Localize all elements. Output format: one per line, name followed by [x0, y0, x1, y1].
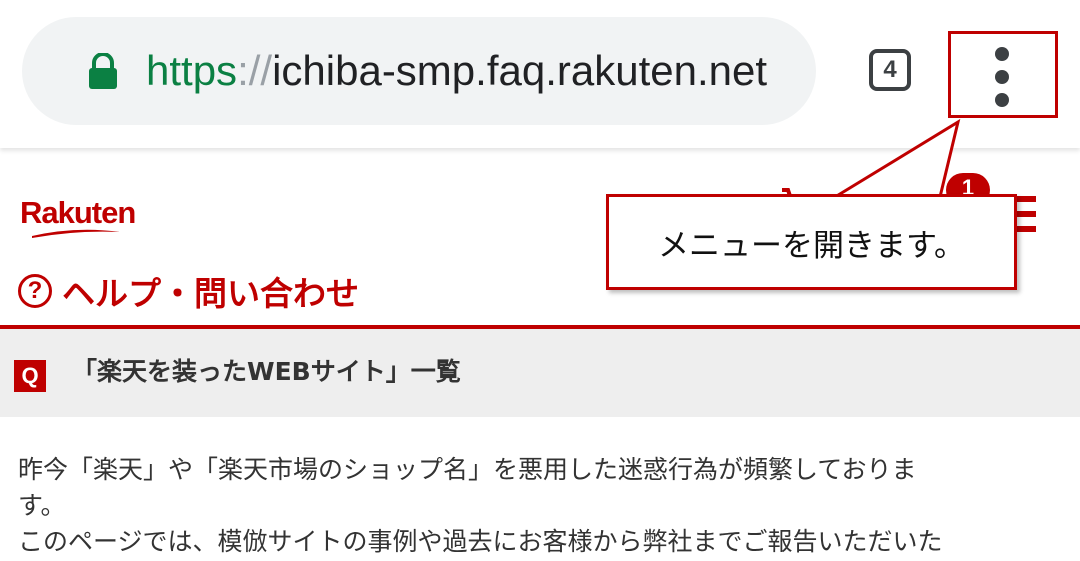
question-badge: Q [14, 360, 46, 392]
browser-menu-button[interactable] [948, 31, 1058, 118]
url-separator: :// [237, 47, 273, 94]
callout-annotation: メニューを開きます。 [606, 194, 1017, 290]
paragraph-1: 昨今「楽天」や「楽天市場のショップ名」を悪用した迷惑行為が頻繁しておりま [18, 455, 917, 484]
question-title: 「楽天を装ったWEBサイト」一覧 [72, 357, 461, 386]
url-scheme: https [146, 47, 238, 94]
logo-swoosh [32, 229, 120, 238]
paragraph-2: このページでは、模倣サイトの事例や過去にお客様から弊社までご報告いただいた [18, 527, 943, 556]
help-title-label: ヘルプ・問い合わせ [62, 274, 359, 313]
more-vert-icon [995, 47, 1011, 107]
address-bar[interactable]: https://ichiba-smp.faq.rakuten.net [22, 17, 816, 125]
tab-switcher-button[interactable]: 4 [869, 49, 911, 91]
rakuten-logo[interactable]: Rakuten [20, 195, 136, 231]
help-circle-icon: ? [18, 274, 52, 308]
browser-toolbar: https://ichiba-smp.faq.rakuten.net 4 [0, 0, 1080, 148]
paragraph-1-continued: す。 [18, 491, 66, 520]
lock-icon [89, 53, 117, 89]
article-body: 昨今「楽天」や「楽天市場のショップ名」を悪用した迷惑行為が頻繁しておりま す。 … [18, 452, 1068, 560]
url-text[interactable]: https://ichiba-smp.faq.rakuten.net [146, 17, 767, 125]
url-host: ichiba-smp.faq.rakuten.net [272, 47, 768, 94]
help-title[interactable]: ? ヘルプ・問い合わせ [18, 268, 359, 314]
